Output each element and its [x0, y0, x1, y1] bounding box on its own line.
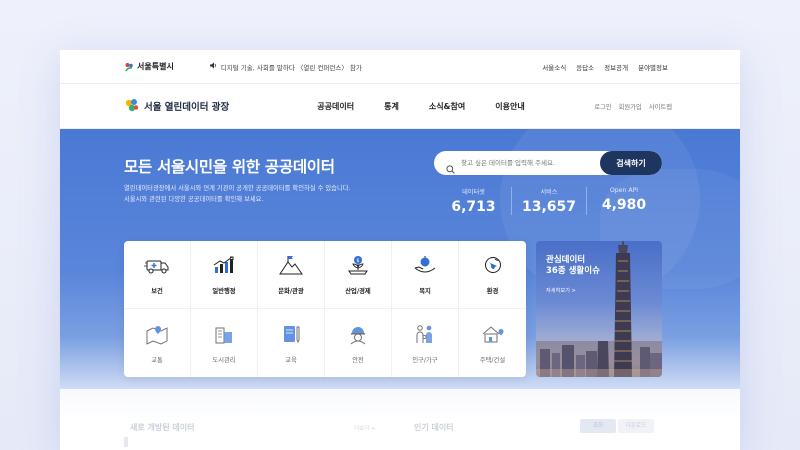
svg-text:$: $	[356, 258, 359, 264]
browser-page: 서울특별시 디지털 기술, 사회를 말하다 〈열린 컨퍼런스〉 참가 서울소식 …	[60, 50, 740, 450]
hand-heart-icon	[412, 254, 438, 280]
util-link-news[interactable]: 서울소식	[542, 62, 566, 72]
money-plant-icon: $	[345, 254, 371, 280]
section-divider	[124, 437, 128, 447]
data-stats: 데이터셋 6,713 서비스 13,657 Open API 4,980	[436, 187, 661, 215]
category-industry-economy[interactable]: $ 산업/경제	[325, 241, 392, 309]
signup-link[interactable]: 회원가입	[619, 102, 642, 111]
seoul-city-name: 서울특별시	[137, 62, 174, 71]
hero-title: 모든 서울시민을 위한 공공데이터	[124, 158, 335, 176]
search-bar: 검색하기	[434, 151, 662, 175]
hero-description-line: 열린데이터광장에서 서울시와 연계 기관이 공개한 공공데이터를 확인하실 수 …	[124, 185, 351, 192]
hero-description-line: 서울시와 관련된 다양한 공공데이터를 확인해 보세요.	[124, 195, 264, 203]
opendata-logo-icon	[124, 97, 140, 116]
menu-statistics[interactable]: 통계	[384, 101, 399, 112]
category-label: 교육	[285, 356, 297, 364]
notice-text: 디지털 기술, 사회를 말하다 〈열린 컨퍼런스〉 참가	[220, 63, 362, 72]
banner-more-link[interactable]: 자세히보기 >	[546, 287, 576, 294]
interest-data-banner[interactable]: 관심데이터 36종 생활이슈 자세히보기 >	[536, 241, 662, 377]
map-pin-icon	[144, 323, 170, 349]
new-data-heading: 새로 개방된 데이터	[130, 423, 195, 432]
category-label: 보건	[151, 288, 163, 295]
popular-data-heading: 인기 데이터	[414, 423, 454, 432]
tab-downloads[interactable]: 다운로드	[618, 419, 654, 433]
helmet-worker-icon	[345, 323, 371, 349]
speaker-icon	[209, 62, 218, 71]
util-link-info-open[interactable]: 정보공개	[604, 62, 628, 72]
category-label: 도시관리	[212, 356, 236, 364]
category-label: 산업/경제	[345, 288, 371, 295]
tab-views[interactable]: 조회	[580, 419, 616, 433]
hero-description: 열린데이터광장에서 서울시와 연계 기관이 공개한 공공데이터를 확인하실 수 …	[124, 184, 351, 205]
stat-label: 데이터셋	[462, 189, 485, 196]
stat-value: 4,980	[601, 197, 647, 213]
main-nav: 서울 열린데이터 광장 공공데이터 통계 소식&참여 이용안내 로그인 회원가입…	[60, 84, 740, 129]
menu-guide[interactable]: 이용안내	[495, 101, 524, 112]
category-housing[interactable]: 주택/건설	[459, 309, 526, 377]
search-input[interactable]	[461, 159, 600, 167]
globe-leaf-icon	[480, 254, 506, 280]
chart-growth-icon	[211, 254, 237, 280]
menu-public-data[interactable]: 공공데이터	[317, 101, 354, 112]
stat-label: Open API	[609, 187, 639, 194]
category-administration[interactable]: 일반행정	[191, 241, 258, 309]
house-pin-icon	[480, 323, 506, 349]
search-button[interactable]: 검색하기	[600, 151, 662, 175]
category-health[interactable]: 보건	[124, 241, 191, 309]
mountain-flag-icon	[278, 254, 304, 280]
category-welfare[interactable]: 복지	[392, 241, 459, 309]
sitemap-link[interactable]: 사이트맵	[649, 102, 672, 111]
category-environment[interactable]: 환경	[459, 241, 526, 309]
stat-value: 6,713	[451, 199, 496, 215]
utility-links: 서울소식 응답소 정보공개 분야별정보	[542, 62, 668, 72]
util-link-field-info[interactable]: 분야별정보	[638, 62, 668, 72]
util-link-response[interactable]: 응답소	[576, 62, 594, 72]
category-label: 문화/관광	[278, 288, 304, 295]
member-links: 로그인 회원가입 사이트맵	[594, 102, 672, 111]
utility-bar: 서울특별시 디지털 기술, 사회를 말하다 〈열린 컨퍼런스〉 참가 서울소식 …	[60, 50, 740, 84]
book-pencil-icon	[278, 323, 304, 349]
banner-title: 관심데이터 36종 생활이슈	[546, 255, 600, 277]
category-label: 환경	[486, 288, 499, 295]
search-icon	[446, 159, 455, 174]
banner-title-line: 36종 생활이슈	[546, 266, 600, 276]
site-name: 서울 열린데이터 광장	[144, 102, 230, 113]
category-label: 복지	[419, 288, 431, 295]
category-label: 일반행정	[212, 288, 236, 295]
family-icon	[412, 323, 438, 349]
ambulance-icon	[144, 254, 170, 280]
banner-title-line: 관심데이터	[546, 255, 586, 265]
site-logo[interactable]: 서울 열린데이터 광장	[124, 97, 229, 116]
category-label: 인구/가구	[412, 356, 438, 364]
category-population[interactable]: 인구/가구	[392, 309, 459, 377]
category-label: 교통	[151, 356, 163, 364]
notice-ticker[interactable]: 디지털 기술, 사회를 말하다 〈열린 컨퍼런스〉 참가	[209, 62, 362, 72]
stat-services[interactable]: 서비스 13,657	[511, 187, 586, 215]
login-link[interactable]: 로그인	[594, 102, 611, 111]
new-data-more-link[interactable]: 더보기 +	[354, 424, 376, 432]
category-culture-tourism[interactable]: 문화/관광	[258, 241, 325, 309]
lower-section: 새로 개방된 데이터 더보기 + 인기 데이터 조회 다운로드	[60, 389, 740, 450]
category-transport[interactable]: 교통	[124, 309, 191, 377]
category-label: 안전	[352, 356, 364, 364]
category-urban-management[interactable]: 도시관리	[191, 309, 258, 377]
category-education[interactable]: 교육	[258, 309, 325, 377]
stat-open-api[interactable]: Open API 4,980	[586, 187, 661, 215]
buildings-icon	[211, 323, 237, 349]
category-grid: 보건 일반행정 문화/관광 $ 산업/경제 복지 환경 교통 도시관리 교육 안…	[124, 241, 526, 377]
menu-news-participation[interactable]: 소식&참여	[429, 101, 465, 112]
seoul-logo-icon	[124, 62, 134, 72]
stat-label: 서비스	[540, 189, 558, 196]
category-label: 주택/건설	[479, 356, 506, 364]
seoul-city-logo[interactable]: 서울특별시	[124, 61, 174, 72]
hero-section: 모든 서울시민을 위한 공공데이터 열린데이터광장에서 서울시와 연계 기관이 …	[60, 129, 740, 389]
main-menu: 공공데이터 통계 소식&참여 이용안내	[317, 101, 524, 112]
category-safety[interactable]: 안전	[325, 309, 392, 377]
stat-value: 13,657	[521, 199, 577, 215]
stat-datasets[interactable]: 데이터셋 6,713	[436, 187, 511, 215]
